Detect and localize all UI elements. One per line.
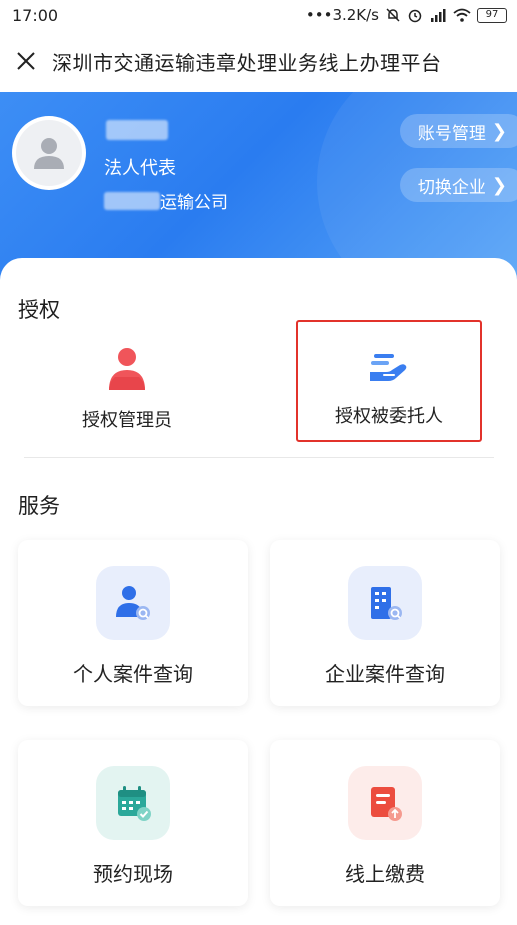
- hand-entrust-icon: [370, 354, 407, 381]
- wifi-icon: [453, 8, 471, 22]
- mute-bell-icon: [386, 8, 400, 22]
- authorize-admin-button[interactable]: 授权管理员: [34, 320, 220, 442]
- network-speed: •••3.2K/s: [305, 6, 379, 24]
- authorize-entrusted-person-button[interactable]: 授权被委托人: [296, 320, 482, 442]
- close-icon: [17, 52, 35, 70]
- person-search-icon: [96, 566, 170, 640]
- page-title: 深圳市交通运输违章处理业务线上办理平台: [52, 50, 442, 75]
- user-icon: [34, 138, 64, 169]
- personal-case-query-card[interactable]: 个人案件查询: [18, 540, 248, 706]
- chevron-right-icon: ❯: [491, 120, 507, 142]
- battery-icon: 97: [477, 7, 507, 23]
- account-management-button[interactable]: 账号管理 ❯: [399, 114, 517, 148]
- services-section-title: 服务: [18, 494, 60, 518]
- avatar-placeholder: [16, 120, 82, 186]
- company-case-query-card[interactable]: 企业案件查询: [270, 540, 500, 706]
- company-case-query-label: 企业案件查询: [325, 662, 445, 686]
- redacted-company-name: [104, 192, 160, 210]
- avatar: [12, 116, 86, 190]
- alarm-icon: [408, 9, 422, 23]
- online-payment-card[interactable]: 线上缴费: [270, 740, 500, 906]
- main-card: 授权 授权管理员 授权被委托人 服务 个人案件查询 企业案件查询 预约现场 线上…: [0, 258, 517, 925]
- personal-case-query-label: 个人案件查询: [73, 662, 193, 686]
- person-icon: [109, 348, 145, 390]
- redacted-name: [106, 120, 168, 140]
- status-time: 17:00: [12, 5, 59, 25]
- title-bar: 深圳市交通运输违章处理业务线上办理平台: [0, 30, 517, 92]
- calendar-check-icon: [96, 766, 170, 840]
- switch-company-label: 切换企业: [417, 177, 486, 198]
- authorize-admin-label: 授权管理员: [82, 410, 172, 431]
- profile-header: 法人代表 运输公司 账号管理 ❯ 切换企业 ❯: [0, 92, 517, 282]
- user-role: 法人代表: [104, 158, 176, 179]
- section-divider: [24, 457, 494, 458]
- authorize-entrusted-person-label: 授权被委托人: [335, 406, 443, 427]
- status-bar: 17:00 •••3.2K/s 97: [0, 0, 517, 30]
- bill-upload-icon: [348, 766, 422, 840]
- close-button[interactable]: [12, 47, 40, 75]
- company-name: 运输公司: [160, 193, 228, 213]
- account-management-label: 账号管理: [417, 123, 486, 144]
- chevron-right-icon: ❯: [491, 174, 507, 196]
- status-indicators: •••3.2K/s 97: [306, 6, 507, 24]
- switch-company-button[interactable]: 切换企业 ❯: [399, 168, 517, 202]
- onsite-appointment-label: 预约现场: [93, 862, 173, 886]
- signal-icon: [431, 9, 446, 22]
- onsite-appointment-card[interactable]: 预约现场: [18, 740, 248, 906]
- building-search-icon: [348, 566, 422, 640]
- online-payment-label: 线上缴费: [345, 862, 425, 886]
